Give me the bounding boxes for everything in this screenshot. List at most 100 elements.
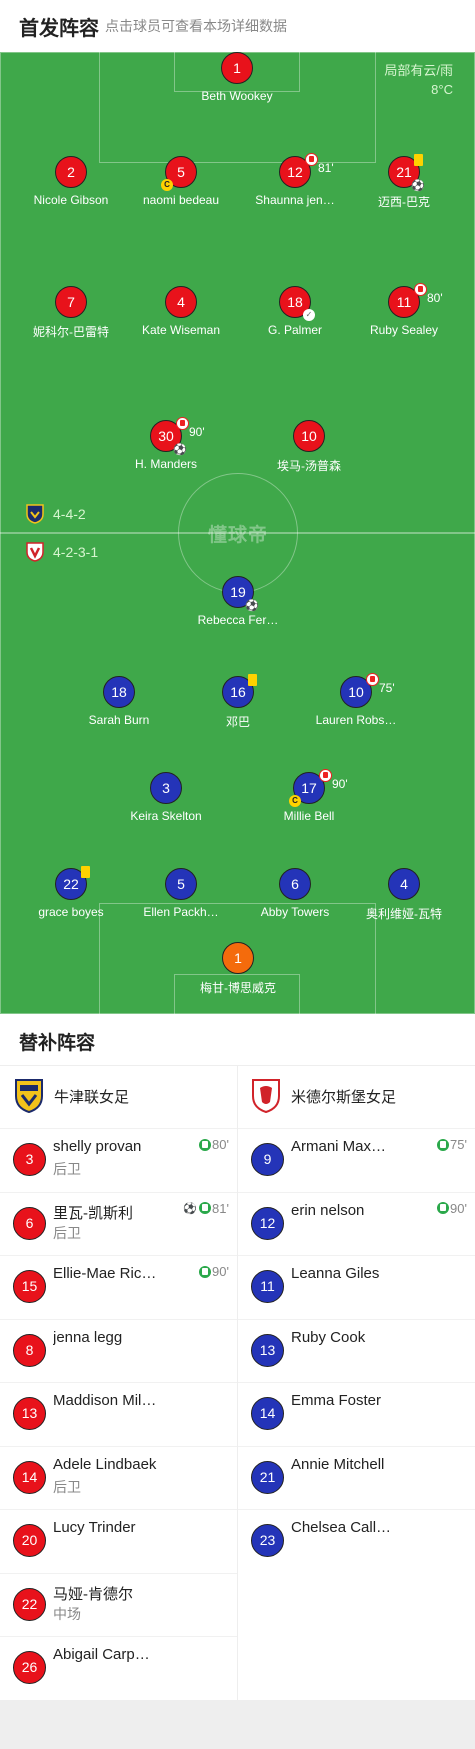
player-name: naomi bedeau	[142, 193, 220, 207]
bench-player-away[interactable]: 9 Armani Maxwell 75'	[238, 1128, 475, 1191]
bench-player-away[interactable]: 21 Annie Mitchell	[238, 1445, 475, 1509]
bench-player-home[interactable]: 26 Abigail Carpe…	[0, 1636, 237, 1699]
sub-in-minute: 80'	[212, 1137, 229, 1152]
bench-player-number: 8	[13, 1333, 46, 1367]
player-home[interactable]: 10 埃马-汤普森	[249, 420, 369, 474]
bench-player-name: Chelsea Calla…	[291, 1519, 396, 1536]
player-home[interactable]: 1 Beth Wookey	[177, 52, 297, 103]
bench-player-number: 13	[13, 1397, 46, 1430]
home-bench-team: 牛津联女足	[14, 1078, 129, 1114]
sub-in-minute: 90'	[450, 1200, 467, 1216]
bench-player-home[interactable]: 20 Lucy Trinder	[0, 1509, 237, 1572]
player-home[interactable]: 11 80' Ruby Sealey	[344, 283, 464, 337]
bench-player-number: 14	[13, 1460, 46, 1494]
player-home[interactable]: 2 Nicole Gibson	[11, 156, 131, 207]
bench-player-home[interactable]: 15 Ellie-Mae Ric… 90'	[0, 1255, 237, 1318]
sub-in-minute: 75'	[450, 1137, 467, 1152]
player-name: Nicole Gibson	[33, 193, 109, 207]
yellow-card-icon	[414, 154, 423, 166]
bench-player-away[interactable]: 13 Ruby Cook	[238, 1318, 475, 1382]
bench-player-name: Abigail Carpe…	[53, 1646, 158, 1663]
player-away[interactable]: 19 ⚽ Rebecca Fer…	[178, 576, 298, 627]
player-number: 16	[222, 674, 257, 708]
player-away[interactable]: 5 Ellen Packh…	[121, 868, 241, 919]
home-team-badge-icon	[26, 504, 44, 524]
player-name: H. Manders	[134, 457, 198, 471]
player-number: 12 81'	[279, 153, 334, 188]
away-team-logo-icon	[252, 1079, 280, 1114]
player-away[interactable]: 1 梅甘-博思威克	[178, 942, 298, 996]
bench-player-home[interactable]: 3 shelly provan 后卫 80'	[0, 1128, 237, 1191]
player-home[interactable]: 30 90' ⚽ H. Manders	[106, 417, 226, 471]
goal-ball-icon: ⚽	[183, 1202, 198, 1215]
player-number: 5C	[161, 156, 197, 191]
bench-player-event: 90'	[437, 1201, 467, 1216]
away-team-badge-icon	[26, 542, 44, 562]
player-away[interactable]: 4 奥利维娅-瓦特	[344, 868, 464, 922]
bench-player-home[interactable]: 6 里瓦-凯斯利 后卫 ⚽ 81'	[0, 1191, 237, 1255]
bench-player-away[interactable]: 14 Emma Foster	[238, 1382, 475, 1445]
player-number: 19 ⚽	[222, 576, 259, 612]
home-formation-label: 4-4-2	[53, 506, 86, 522]
bench-player-event: 90'	[199, 1264, 229, 1279]
player-number: 11 80'	[388, 283, 443, 318]
bench-player-position: 后卫	[53, 1478, 81, 1495]
bench-player-number: 9	[251, 1143, 284, 1176]
player-home[interactable]: 18 ✓ G. Palmer	[235, 286, 355, 337]
lineup-hint: 点击球员可查看本场详细数据	[105, 18, 287, 34]
bench-player-name: Leanna Giles	[291, 1265, 380, 1282]
bench-player-home[interactable]: 22 马娅-肯德尔 中场	[0, 1572, 237, 1636]
player-name: G. Palmer	[267, 323, 322, 337]
sub-out-icon	[414, 283, 427, 296]
bench-player-home[interactable]: 14 Adele Lindbaek 后卫	[0, 1445, 237, 1509]
player-number: 10 75'	[340, 673, 395, 708]
player-number: 10	[293, 420, 325, 452]
bench-player-name: Emma Foster	[291, 1392, 382, 1409]
player-away[interactable]: 10 75' Lauren Robs…	[296, 673, 416, 727]
bench-player-name: Armani Maxwell	[291, 1138, 396, 1155]
player-name: Ruby Sealey	[369, 323, 439, 337]
bench-player-away[interactable]: 23 Chelsea Calla…	[238, 1509, 475, 1572]
yellow-card-icon	[248, 674, 257, 686]
bench-title: 替补阵容	[19, 1033, 96, 1054]
home-formation: 4-4-2	[26, 504, 86, 524]
sub-minute: 75'	[379, 681, 395, 695]
bench-player-away[interactable]: 11 Leanna Giles	[238, 1255, 475, 1318]
bench-player-number: 21	[251, 1460, 284, 1494]
player-away[interactable]: 17 90' C Millie Bell	[249, 769, 369, 823]
weather-condition: 局部有云/雨	[384, 63, 453, 78]
sub-in-icon	[437, 1202, 450, 1214]
player-away[interactable]: 16 邓巴	[178, 674, 298, 730]
player-home[interactable]: 4 Kate Wiseman	[121, 286, 241, 337]
bench-player-number: 6	[13, 1206, 46, 1240]
bench-player-number: 15	[13, 1270, 46, 1303]
bench-player-away[interactable]: 12 erin nelson 90'	[238, 1191, 475, 1255]
bench-player-name: Lucy Trinder	[53, 1519, 136, 1536]
player-away[interactable]: 18 Sarah Burn	[59, 676, 179, 727]
player-home[interactable]: 7 妮科尔-巴雷特	[11, 286, 131, 340]
player-away[interactable]: 22 grace boyes	[11, 866, 131, 919]
sub-minute: 80'	[427, 291, 443, 305]
player-name: 邓巴	[225, 715, 250, 729]
player-away[interactable]: 6 Abby Towers	[235, 868, 355, 919]
bench-player-home[interactable]: 13 Maddison Mill…	[0, 1382, 237, 1445]
player-home[interactable]: 5 C naomi bedeau	[121, 156, 241, 207]
bench-player-home[interactable]: 8 jenna legg	[0, 1318, 237, 1382]
captain-icon: C	[161, 179, 173, 191]
bench-player-name: 里瓦-凯斯利	[53, 1204, 133, 1222]
bench-player-number: 13	[251, 1333, 284, 1367]
player-home[interactable]: 12 81' Shaunna jen…	[235, 153, 355, 207]
bench-player-position: 中场	[53, 1605, 81, 1622]
sub-in-minute: 81'	[212, 1200, 229, 1216]
sub-minute: 81'	[318, 161, 334, 175]
bench-player-name: shelly provan	[53, 1138, 142, 1155]
player-away[interactable]: 3 Keira Skelton	[106, 772, 226, 823]
player-home[interactable]: 21 ⚽ 迈西-巴克	[344, 154, 464, 210]
sub-in-icon	[437, 1138, 450, 1151]
player-number: 30 90' ⚽	[150, 417, 205, 456]
weather-info: 局部有云/雨 8°C	[384, 61, 453, 99]
bench-player-event: ⚽ 81'	[183, 1201, 229, 1216]
away-formation-label: 4-2-3-1	[53, 544, 99, 560]
player-number: 1	[221, 52, 253, 84]
lineup-title: 首发阵容	[19, 18, 99, 40]
